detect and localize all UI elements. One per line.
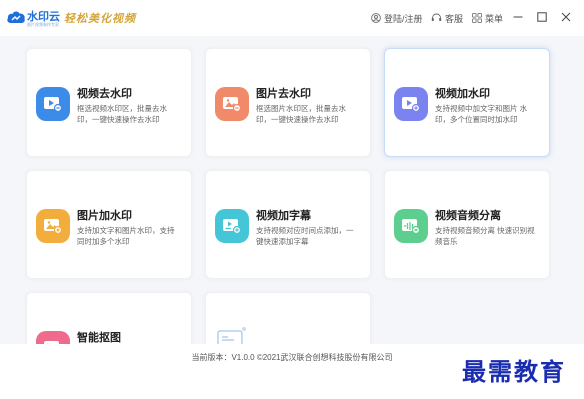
footer: 当前版本：V1.0.0 ©2021武汉联合创想科技股份有限公司 最需教育 — [0, 344, 584, 399]
audio-icon — [394, 209, 428, 243]
card-image-remove-watermark[interactable]: 图片去水印 框选图片水印区，批量去水印，一键快速操作去水印 — [205, 48, 371, 157]
card-description: 框选视频水印区，批量去水印，一键快速操作去水印 — [77, 104, 167, 124]
feature-grid: 视频去水印 框选视频水印区，批量去水印，一键快速操作去水印 图片去水印 框选图片… — [0, 36, 584, 344]
watermark-text: 最需教育 — [462, 357, 566, 386]
cutout-icon — [36, 331, 70, 344]
card-description: 支持加文字和图片水印，支持同时加多个水印 — [77, 226, 175, 246]
menu-label: 菜单 — [485, 13, 504, 24]
card-video-audio-separate[interactable]: 视频音频分离 支持视频音频分离 快速识别视频音乐 — [384, 170, 550, 279]
service-label: 客服 — [445, 13, 464, 24]
card-video-add-watermark[interactable]: 视频加水印 支持视频中加文字和图片 水印，多个位置同时加水印 — [384, 48, 550, 157]
card-title: 图片去水印 — [256, 88, 311, 100]
card-title: 智能抠图 — [77, 332, 121, 344]
user-icon — [371, 13, 381, 23]
video-icon — [36, 87, 70, 121]
card-video-add-subtitle[interactable]: 视频加字幕 支持视频对应时间点添加，一键快速添加字幕 — [205, 170, 371, 279]
maximize-icon — [537, 12, 547, 22]
card-video-remove-watermark[interactable]: 视频去水印 框选视频水印区，批量去水印，一键快速操作去水印 — [26, 48, 192, 157]
cloud-logo-icon — [7, 11, 25, 23]
minimize-icon — [513, 16, 523, 18]
logo-subtitle: 图片视频制作专家 — [27, 22, 59, 27]
customer-service-button[interactable]: 客服 — [431, 11, 463, 25]
close-icon — [561, 12, 571, 22]
app-logo: 水印云 图片视频制作专家 — [6, 7, 60, 31]
card-title: 视频去水印 — [77, 88, 132, 100]
minimize-button[interactable] — [510, 9, 526, 25]
title-bar: 水印云 图片视频制作专家 轻松美化视频 登陆/注册 客服 菜单 — [0, 0, 584, 36]
card-description: 支持视频音频分离 快速识别视频音乐 — [435, 226, 535, 246]
card-title: 视频音频分离 — [435, 210, 501, 222]
headset-icon — [431, 13, 442, 21]
slogan: 轻松美化视频 — [64, 12, 136, 25]
card-description: 支持视频中加文字和图片 水印，多个位置同时加水印 — [435, 104, 528, 124]
close-button[interactable] — [558, 9, 574, 25]
image-icon — [36, 209, 70, 243]
card-title: 视频加字幕 — [256, 210, 311, 222]
card-description: 框选图片水印区，批量去水印，一键快速操作去水印 — [256, 104, 346, 124]
subtitle-icon — [215, 209, 249, 243]
illustration-icon — [217, 327, 246, 344]
grid-menu-icon — [472, 13, 482, 23]
maximize-button[interactable] — [534, 9, 550, 25]
menu-button[interactable]: 菜单 — [472, 11, 503, 25]
card-title: 视频加水印 — [435, 88, 490, 100]
login-label: 登陆/注册 — [384, 13, 423, 24]
login-button[interactable]: 登陆/注册 — [371, 11, 423, 25]
card-smart-cutout[interactable]: 智能抠图 — [26, 292, 192, 344]
card-title: 图片加水印 — [77, 210, 132, 222]
card-more-feature[interactable] — [205, 292, 371, 344]
card-description: 支持视频对应时间点添加，一键快速添加字幕 — [256, 226, 354, 246]
card-image-add-watermark[interactable]: 图片加水印 支持加文字和图片水印，支持同时加多个水印 — [26, 170, 192, 279]
image-icon — [215, 87, 249, 121]
video-icon — [394, 87, 428, 121]
